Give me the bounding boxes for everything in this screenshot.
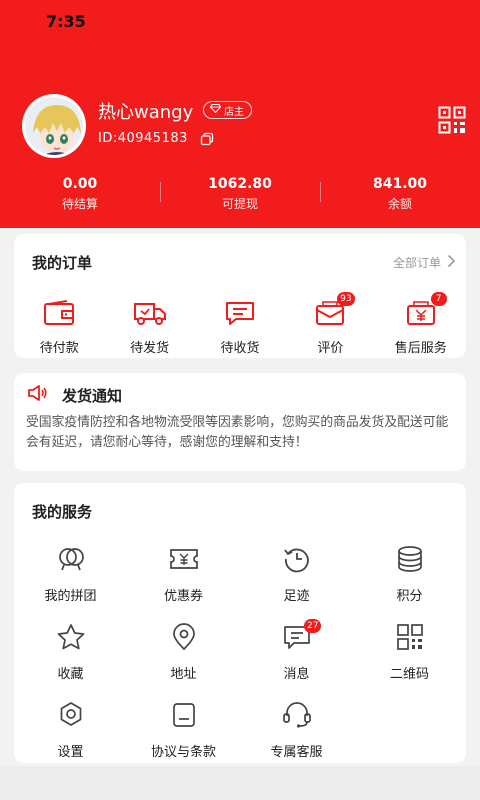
service-address[interactable]: 地址	[127, 613, 240, 691]
nickname: 热心wangy	[98, 102, 194, 123]
role-badge: 店主	[203, 101, 252, 119]
order-label: 待收货	[220, 341, 260, 356]
chat-box-icon	[224, 300, 256, 330]
services-grid: 我的拼团 优惠券 足迹 积分 收藏 地址 27 消息 二维码 设置 协议与条款 …	[14, 535, 466, 769]
balance-stats: 0.00 待结算 1062.80 可提现 841.00 余额	[0, 168, 480, 218]
copy-icon[interactable]	[200, 131, 214, 150]
stat-label: 余额	[387, 197, 412, 211]
profile-header: 7:35 热心wangy 店主 ID:40945183 0.00 待结算 106…	[0, 0, 480, 228]
service-label: 设置	[57, 745, 84, 760]
settings-icon	[57, 701, 85, 733]
wallet-icon	[43, 300, 75, 330]
order-label: 售后服务	[394, 341, 447, 356]
headset-icon	[282, 701, 312, 733]
service-group-buy[interactable]: 我的拼团	[14, 535, 127, 613]
service-label: 地址	[170, 667, 197, 682]
service-favorites[interactable]: 收藏	[14, 613, 127, 691]
qrcode-scan-icon[interactable]	[438, 106, 466, 138]
service-label: 二维码	[389, 667, 429, 682]
order-label: 评价	[317, 341, 344, 356]
service-label: 优惠券	[163, 589, 203, 604]
stat-label: 可提现	[221, 197, 258, 211]
notice-header: 发货通知	[26, 383, 122, 407]
stat-pending[interactable]: 0.00 待结算	[0, 168, 160, 218]
order-pending-receipt[interactable]: 待收货	[195, 296, 285, 356]
order-after-sales[interactable]: 7 售后服务	[376, 292, 466, 356]
notice-title: 发货通知	[62, 386, 123, 405]
truck-icon	[133, 300, 167, 330]
service-messages[interactable]: 27 消息	[240, 613, 353, 691]
stat-value: 1062.80	[208, 176, 272, 192]
role-badge-label: 店主	[224, 106, 244, 118]
location-icon	[171, 623, 197, 655]
stat-value: 841.00	[372, 176, 428, 192]
document-icon	[171, 701, 197, 733]
service-coupons[interactable]: 优惠券	[127, 535, 240, 613]
review-count-badge: 93	[337, 292, 355, 306]
refund-icon	[406, 300, 436, 330]
service-label: 消息	[283, 667, 310, 682]
all-orders-link[interactable]: 全部订单	[393, 254, 456, 271]
qrcode-icon	[396, 623, 424, 655]
user-id: ID:40945183	[98, 131, 188, 146]
megaphone-icon	[26, 383, 48, 407]
stat-value: 0.00	[62, 176, 98, 192]
order-status-row: 待付款 待发货 待收货 93 评价 7 售后服务	[14, 292, 466, 356]
chevron-right-icon	[447, 254, 456, 271]
diamond-icon	[209, 104, 222, 116]
after-sales-count-badge: 7	[430, 292, 447, 306]
service-label: 收藏	[57, 667, 84, 682]
order-pending-shipment[interactable]: 待发货	[104, 296, 194, 356]
order-label: 待发货	[130, 341, 170, 356]
service-terms[interactable]: 协议与条款	[127, 691, 240, 769]
bottom-gesture-area	[0, 766, 480, 800]
notice-body: 受国家疫情防控和各地物流受限等因素影响，您购买的商品发货及配送可能会有延迟，请您…	[26, 415, 449, 450]
star-icon	[56, 623, 86, 655]
service-qrcode[interactable]: 二维码	[353, 613, 466, 691]
history-icon	[283, 545, 311, 577]
service-label: 协议与条款	[150, 745, 216, 760]
service-footprint[interactable]: 足迹	[240, 535, 353, 613]
order-label: 待付款	[39, 341, 79, 356]
coins-icon	[396, 545, 424, 577]
service-label: 专属客服	[270, 745, 323, 760]
status-time: 7:35	[46, 12, 86, 31]
message-count-badge: 27	[304, 619, 322, 633]
service-customer-support[interactable]: 专属客服	[240, 691, 353, 769]
order-review[interactable]: 93 评价	[285, 292, 375, 356]
coupon-icon	[169, 548, 199, 574]
orders-card: 我的订单 全部订单 待付款 待发货 待收货 93 评价 7 售后服务	[14, 234, 466, 358]
avatar[interactable]	[22, 94, 86, 158]
service-label: 足迹	[283, 589, 310, 604]
group-icon	[57, 546, 85, 576]
service-label: 积分	[396, 589, 423, 604]
orders-title: 我的订单	[32, 254, 93, 272]
services-card: 我的服务 我的拼团 优惠券 足迹 积分 收藏 地址 27 消息 二维码 设置 协…	[14, 483, 466, 763]
shipping-notice-card: 发货通知 受国家疫情防控和各地物流受限等因素影响，您购买的商品发货及配送可能会有…	[14, 373, 466, 471]
service-points[interactable]: 积分	[353, 535, 466, 613]
stat-balance[interactable]: 841.00 余额	[320, 168, 480, 218]
service-settings[interactable]: 设置	[14, 691, 127, 769]
services-title: 我的服务	[32, 503, 93, 521]
service-label: 我的拼团	[44, 589, 97, 604]
order-pending-payment[interactable]: 待付款	[14, 296, 104, 356]
stat-label: 待结算	[61, 197, 98, 211]
all-orders-label: 全部订单	[392, 256, 441, 270]
stat-withdrawable[interactable]: 1062.80 可提现	[160, 168, 320, 218]
